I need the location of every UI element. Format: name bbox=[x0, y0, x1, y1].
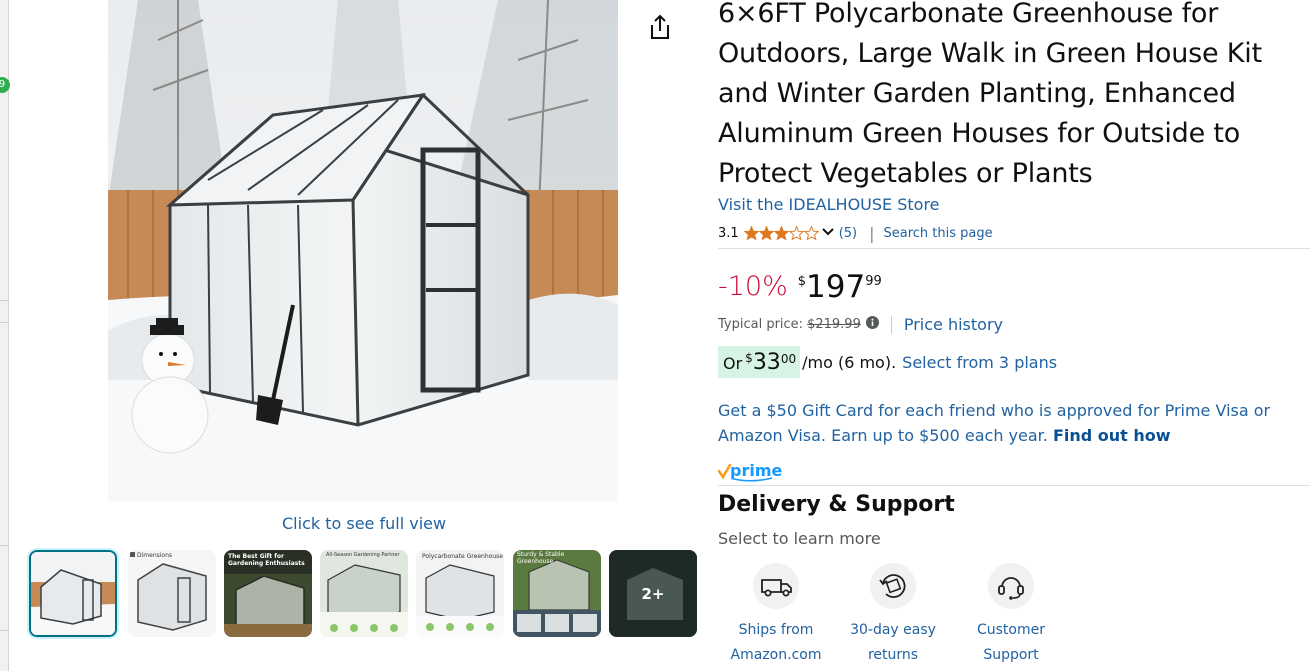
monthly-fraction: 00 bbox=[780, 352, 797, 366]
monthly-payment-badge: Or $ 33 00 bbox=[718, 346, 801, 378]
monthly-or: Or bbox=[723, 354, 743, 373]
thumbnail-caption: The Best Gift for Gardening Enthusiasts bbox=[228, 553, 305, 567]
divider bbox=[890, 315, 892, 334]
thumbnail-caption: Sturdy & Stable Greenhouse bbox=[517, 551, 565, 565]
share-icon[interactable] bbox=[646, 12, 674, 42]
rating-count-link[interactable]: (5) bbox=[839, 226, 857, 241]
see-full-view-link[interactable]: Click to see full view bbox=[282, 514, 446, 533]
star-icon bbox=[743, 226, 759, 240]
headset-icon bbox=[988, 563, 1034, 609]
monthly-term: /mo (6 mo). bbox=[802, 352, 897, 372]
typical-price-value: $219.99 bbox=[807, 317, 861, 332]
support-label: Customer bbox=[976, 622, 1045, 638]
typical-price-label: Typical price: bbox=[718, 317, 804, 332]
support-label: Support bbox=[983, 647, 1039, 663]
rating-stars[interactable] bbox=[743, 226, 819, 240]
support-label: Ships from bbox=[738, 622, 814, 638]
thumbnail-caption: Dimensions bbox=[137, 552, 173, 559]
thumbnail-5[interactable]: Polycarbonate Greenhouse bbox=[416, 550, 504, 637]
star-icon bbox=[803, 226, 819, 240]
thumbnail-4[interactable]: All-Season Gardening Partner bbox=[320, 550, 408, 637]
select-plans-link[interactable]: Select from 3 plans bbox=[902, 353, 1057, 372]
divider bbox=[0, 630, 9, 631]
info-icon[interactable] bbox=[865, 316, 879, 333]
return-box-icon bbox=[870, 563, 916, 609]
typical-price-row: Typical price: $219.99 Price history bbox=[718, 315, 1003, 334]
monthly-whole: 33 bbox=[752, 350, 781, 375]
customer-support[interactable]: Customer Support bbox=[952, 563, 1070, 668]
price-whole: 197 bbox=[806, 269, 866, 305]
divider bbox=[718, 248, 1310, 249]
thumbnail-2[interactable]: Dimensions bbox=[128, 550, 216, 637]
rating-row: 3.1 (5) | Search this page bbox=[718, 223, 993, 243]
star-icon bbox=[758, 226, 774, 240]
adjacent-window-edge bbox=[0, 0, 9, 671]
divider bbox=[718, 485, 1310, 486]
divider bbox=[0, 545, 9, 546]
price-block: -10% $ 197 99 bbox=[718, 268, 882, 306]
star-icon bbox=[773, 226, 789, 240]
discount-percent: -10% bbox=[718, 271, 788, 302]
rating-value: 3.1 bbox=[718, 225, 739, 241]
price-currency: $ bbox=[797, 274, 807, 289]
prime-label: prime bbox=[730, 461, 783, 480]
thumbnail-6[interactable]: Sturdy & Stable Greenhouse bbox=[513, 550, 601, 637]
gift-card-promo[interactable]: Get a $50 Gift Card for each friend who … bbox=[718, 398, 1308, 448]
more-images-count: 2+ bbox=[641, 584, 665, 603]
thumbnail-caption: All-Season Gardening Partner bbox=[326, 552, 400, 558]
main-product-image[interactable] bbox=[108, 0, 618, 502]
product-title: 6×6FT Polycarbonate Greenhouse for Outdo… bbox=[718, 0, 1262, 189]
support-label: 30-day easy bbox=[850, 622, 936, 638]
prime-logo: prime bbox=[717, 460, 788, 482]
support-label: Amazon.com bbox=[730, 647, 822, 663]
gift-card-text[interactable]: Get a $50 Gift Card for each friend who … bbox=[718, 401, 1270, 445]
store-link[interactable]: Visit the IDEALHOUSE Store bbox=[718, 195, 940, 214]
delivery-support-subtitle: Select to learn more bbox=[718, 529, 881, 548]
monthly-payment-row: Or $ 33 00 /mo (6 mo). Select from 3 pla… bbox=[718, 346, 1057, 378]
thumbnail-3[interactable]: The Best Gift for Gardening Enthusiasts bbox=[224, 550, 312, 637]
star-icon bbox=[788, 226, 804, 240]
truck-icon bbox=[753, 563, 799, 609]
divider bbox=[0, 300, 9, 301]
ships-from-amazon[interactable]: Ships from Amazon.com bbox=[717, 563, 835, 668]
thumbnail-caption: Polycarbonate Greenhouse bbox=[422, 553, 503, 560]
delivery-support-heading: Delivery & Support bbox=[718, 492, 955, 517]
find-out-how-link[interactable]: Find out how bbox=[1053, 426, 1171, 445]
search-this-page-link[interactable]: Search this page bbox=[884, 226, 993, 241]
thumbnail-more[interactable]: 2+ bbox=[609, 550, 697, 637]
price-history-link[interactable]: Price history bbox=[904, 315, 1003, 334]
easy-returns[interactable]: 30-day easy returns bbox=[834, 563, 952, 668]
price-fraction: 99 bbox=[865, 274, 882, 289]
thumbnail-1[interactable] bbox=[29, 550, 117, 637]
chevron-down-icon[interactable] bbox=[821, 226, 835, 241]
divider bbox=[0, 322, 9, 323]
support-label: returns bbox=[867, 647, 919, 663]
monthly-currency: $ bbox=[745, 351, 753, 365]
divider: | bbox=[869, 223, 875, 243]
